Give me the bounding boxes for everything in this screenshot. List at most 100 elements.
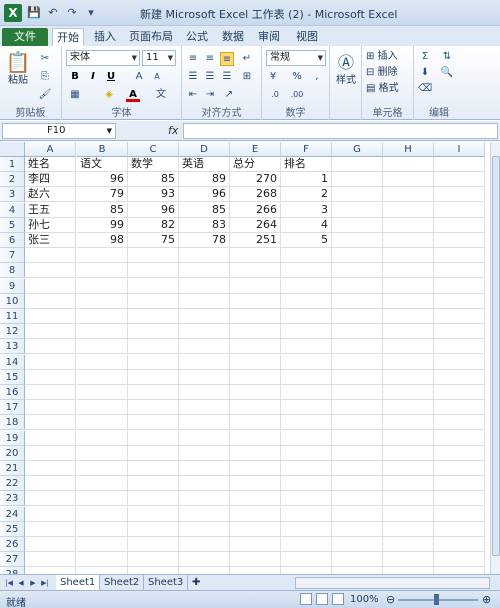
table-cell[interactable]: 85 [77, 202, 128, 218]
font-size-select[interactable]: 11 ▼ [142, 50, 176, 66]
row-header[interactable]: 4 [0, 202, 25, 218]
grid-cell[interactable] [281, 263, 332, 279]
insert-cells-button[interactable]: ⊞ 插入 [366, 50, 412, 64]
grid-cell[interactable] [281, 445, 332, 461]
grid-cell[interactable] [332, 324, 383, 340]
grid-cell[interactable] [128, 369, 179, 385]
grid-cell[interactable] [77, 339, 128, 355]
grid-cell[interactable] [77, 567, 128, 574]
grid-cell[interactable] [179, 491, 230, 507]
grid-cell[interactable] [332, 354, 383, 370]
table-cell[interactable]: 93 [128, 187, 179, 203]
grid-cell[interactable] [281, 506, 332, 522]
page-layout-view-icon[interactable] [316, 593, 328, 605]
grid-cell[interactable] [434, 157, 485, 172]
row-header[interactable]: 12 [0, 324, 25, 340]
currency-icon[interactable]: ¥ [266, 70, 280, 84]
tab-file[interactable]: 文件 [2, 28, 48, 46]
grid-cell[interactable] [77, 445, 128, 461]
grid-cell[interactable] [281, 324, 332, 340]
grid-cell[interactable] [383, 202, 434, 218]
grid-cell[interactable] [383, 385, 434, 400]
grid-cell[interactable] [383, 491, 434, 507]
grid-cell[interactable] [179, 309, 230, 324]
grid-cell[interactable] [332, 415, 383, 431]
grid-cell[interactable] [383, 476, 434, 492]
grid-cell[interactable] [128, 385, 179, 400]
percent-icon[interactable]: % [290, 70, 304, 84]
shrink-font-icon[interactable]: A [150, 70, 164, 84]
grid-cell[interactable] [25, 248, 76, 264]
grid-cell[interactable] [77, 293, 128, 309]
grid-cell[interactable] [332, 309, 383, 324]
paste-button[interactable]: 📋 粘贴 [4, 50, 32, 90]
zoom-in-icon[interactable]: ⊕ [482, 593, 491, 606]
grid-cell[interactable] [25, 461, 76, 476]
grid-cell[interactable] [230, 506, 281, 522]
grid-cell[interactable] [25, 309, 76, 324]
format-cells-button[interactable]: ▤ 格式 [366, 82, 412, 96]
grid-cell[interactable] [332, 217, 383, 233]
table-cell[interactable]: 82 [128, 217, 179, 233]
grid-cell[interactable] [332, 521, 383, 537]
grid-cell[interactable] [77, 491, 128, 507]
grid-cell[interactable] [77, 309, 128, 324]
grid-cell[interactable] [434, 324, 485, 340]
grid-cell[interactable] [128, 324, 179, 340]
table-cell[interactable]: 85 [179, 202, 230, 218]
tab-page-layout[interactable]: 页面布局 [126, 28, 176, 46]
table-cell[interactable]: 王五 [25, 202, 76, 218]
table-cell[interactable]: 李四 [25, 172, 76, 188]
increase-decimal-icon[interactable]: .0 [268, 88, 282, 102]
table-cell[interactable]: 85 [128, 172, 179, 188]
grid-cell[interactable] [179, 521, 230, 537]
grid-cell[interactable] [128, 263, 179, 279]
table-header-cell[interactable]: 姓名 [25, 157, 76, 172]
row-header[interactable]: 23 [0, 491, 25, 507]
table-cell[interactable]: 张三 [25, 233, 76, 248]
column-header[interactable]: D [179, 142, 230, 157]
grid-cell[interactable] [434, 415, 485, 431]
decrease-indent-icon[interactable]: ⇤ [186, 88, 200, 102]
table-cell[interactable]: 79 [77, 187, 128, 203]
grid-cell[interactable] [383, 461, 434, 476]
grid-cell[interactable] [77, 324, 128, 340]
grid-cell[interactable] [434, 172, 485, 188]
grid-cell[interactable] [128, 430, 179, 446]
row-header[interactable]: 17 [0, 400, 25, 416]
grid-cell[interactable] [179, 385, 230, 400]
grid-cell[interactable] [128, 400, 179, 416]
column-header[interactable]: A [25, 142, 76, 157]
grid-cell[interactable] [434, 506, 485, 522]
grid-cell[interactable] [179, 445, 230, 461]
grid-cell[interactable] [434, 537, 485, 552]
grid-cell[interactable] [77, 521, 128, 537]
grid-cell[interactable] [332, 445, 383, 461]
grid-cell[interactable] [25, 263, 76, 279]
row-header[interactable]: 13 [0, 339, 25, 355]
row-header[interactable]: 16 [0, 385, 25, 400]
table-cell[interactable]: 2 [281, 187, 332, 203]
underline-icon[interactable]: U [104, 70, 118, 84]
grid-cell[interactable] [281, 491, 332, 507]
row-header[interactable]: 26 [0, 537, 25, 552]
tab-insert[interactable]: 插入 [90, 28, 120, 46]
grid-cell[interactable] [128, 461, 179, 476]
grid-cell[interactable] [230, 461, 281, 476]
font-color-icon[interactable]: A [126, 88, 140, 102]
grid-cell[interactable] [434, 278, 485, 294]
grid-cell[interactable] [332, 537, 383, 552]
align-bottom-icon[interactable]: ≡ [220, 52, 234, 66]
table-cell[interactable]: 赵六 [25, 187, 76, 203]
sheet-tab-3[interactable]: Sheet3 [144, 575, 189, 590]
grid-cell[interactable] [128, 491, 179, 507]
grid-cell[interactable] [179, 506, 230, 522]
column-header[interactable]: C [128, 142, 179, 157]
column-header[interactable]: I [434, 142, 485, 157]
fill-color-icon[interactable]: ◈ [102, 88, 116, 102]
grid-cell[interactable] [332, 233, 383, 248]
grid-cell[interactable] [77, 385, 128, 400]
grid-cell[interactable] [281, 537, 332, 552]
styles-button[interactable]: Ⓐ 样式 [332, 52, 360, 92]
align-left-icon[interactable]: ☰ [186, 70, 200, 84]
